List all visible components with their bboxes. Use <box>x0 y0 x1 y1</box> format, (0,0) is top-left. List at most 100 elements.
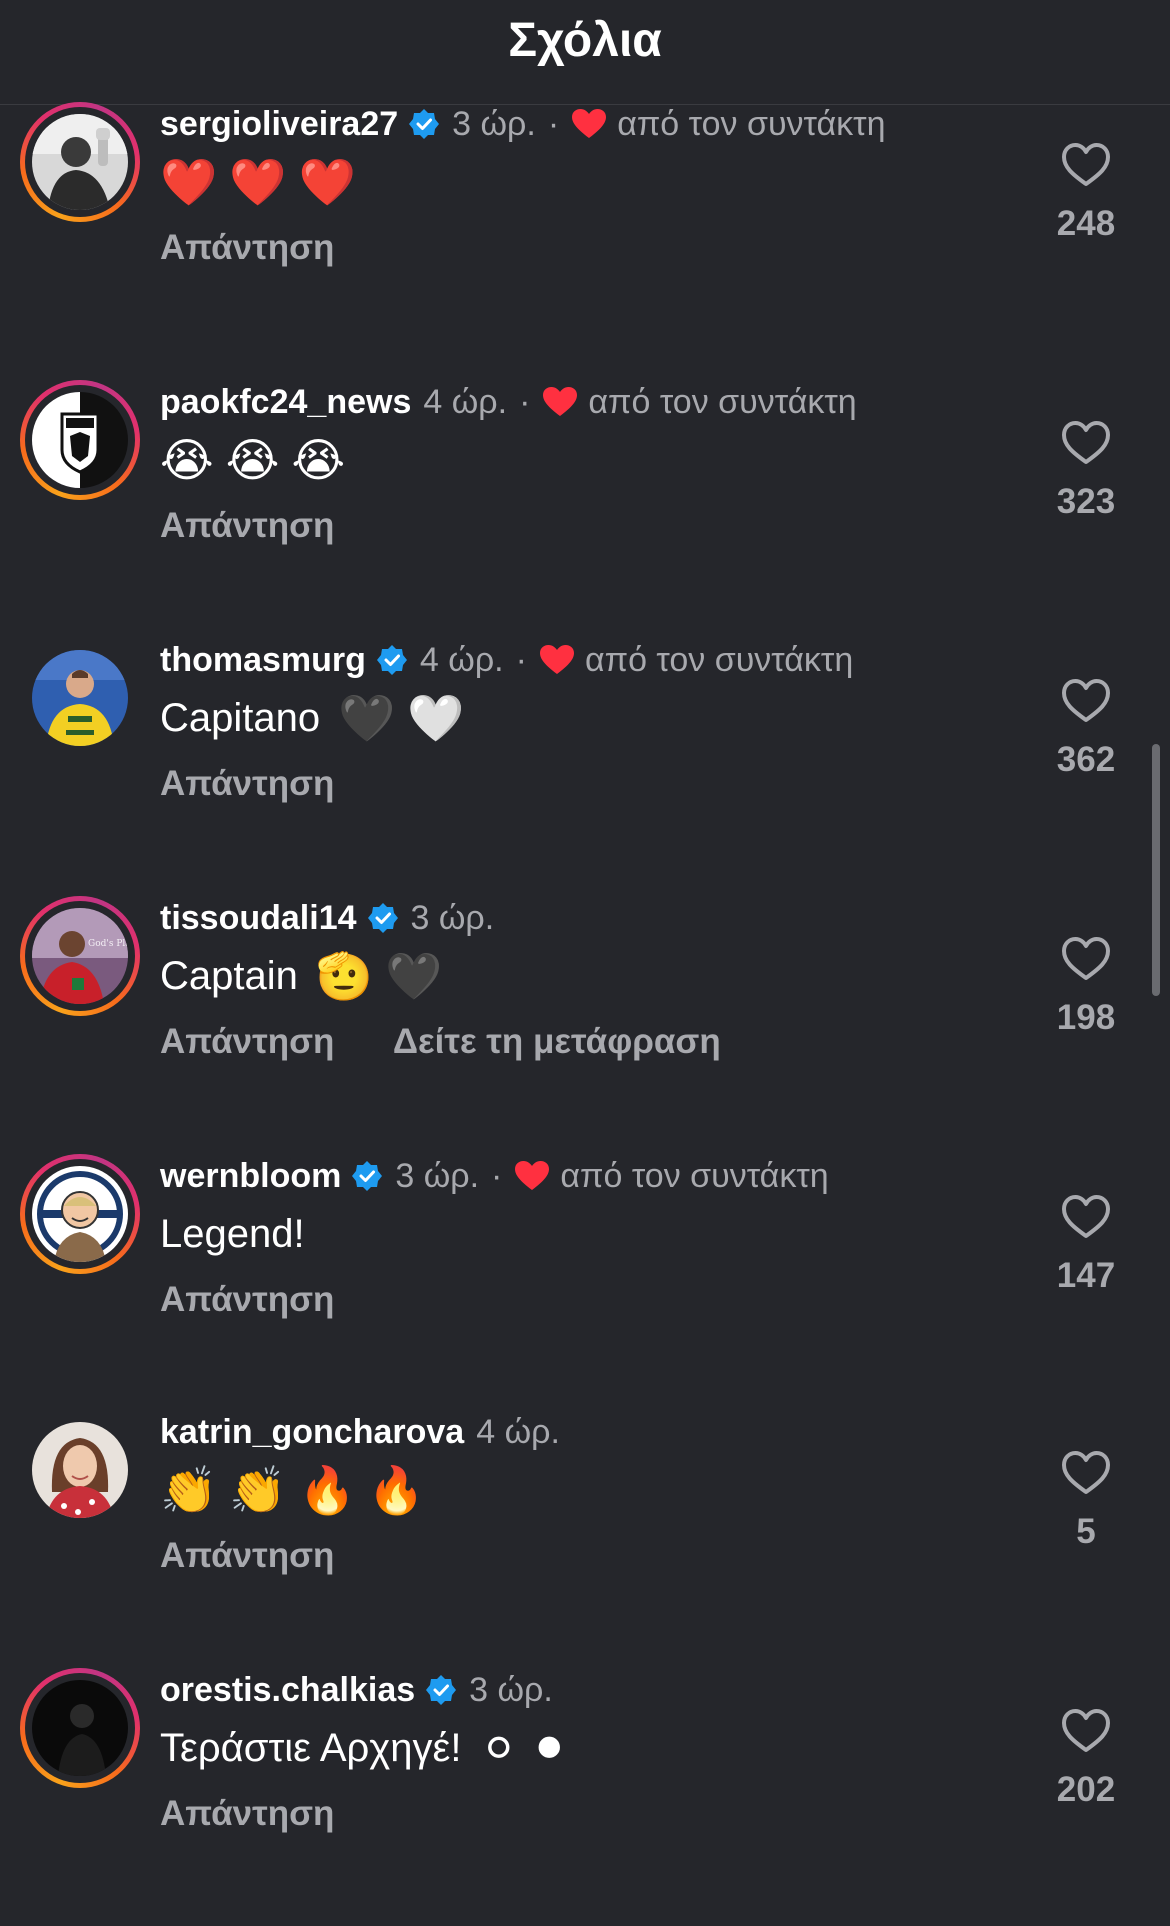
comment-emoji: 🔥 <box>367 1462 426 1517</box>
avatar-story-ring[interactable] <box>20 380 140 500</box>
comment-text: Captain 🫡 🖤 <box>160 946 454 1006</box>
like-column: 323 <box>1036 418 1136 522</box>
heart-outline-icon[interactable] <box>1060 140 1112 188</box>
comment-username[interactable]: thomasmurg <box>160 641 366 680</box>
comment-time: 4 ώρ. <box>419 640 504 679</box>
comment-meta: tissoudali14 3 ώρ. <box>160 896 494 940</box>
comment-username[interactable]: paokfc24_news <box>160 383 411 422</box>
comment-emoji: 😭 <box>291 433 346 487</box>
avatar-container[interactable] <box>20 638 140 758</box>
player-yellow-kit-avatar <box>32 650 128 746</box>
comment-actions: Απάντηση <box>160 764 384 804</box>
reply-button[interactable]: Απάντηση <box>160 764 334 803</box>
comment-emoji: 🖤 <box>338 690 396 745</box>
comment-actions: Απάντηση <box>160 506 384 546</box>
comment-username[interactable]: tissoudali14 <box>160 899 357 938</box>
like-column: 147 <box>1036 1192 1136 1296</box>
comment-text: Τεράστιε Αρχηγέ! ⚪ ⚫ <box>160 1718 581 1778</box>
like-count: 5 <box>1076 1512 1096 1551</box>
comment-emoji: 👏 <box>229 1462 287 1517</box>
comment-meta: orestis.chalkias 3 ώρ. <box>160 1668 553 1712</box>
like-count: 147 <box>1056 1256 1116 1295</box>
woman-portrait-avatar <box>32 1422 128 1518</box>
comment-text: Legend! <box>160 1204 305 1264</box>
comment-emoji: 😭 <box>225 433 280 487</box>
comment-actions: Απάντηση <box>160 228 384 268</box>
comment-actions: Απάντηση <box>160 1280 384 1320</box>
comment-text: Capitano 🖤 🤍 <box>160 688 477 748</box>
reply-button[interactable]: Απάντηση <box>160 1794 334 1833</box>
reply-button[interactable]: Απάντηση <box>160 1022 334 1061</box>
comment-time: 4 ώρ. <box>476 1412 560 1451</box>
avatar-container[interactable] <box>20 1410 140 1530</box>
scrollbar[interactable] <box>1152 744 1160 996</box>
dark-silhouette-avatar <box>32 1680 128 1776</box>
comment-emoji: 🫡 <box>315 948 374 1003</box>
comment-text: ❤️ ❤️ ❤️ <box>160 152 368 212</box>
verified-badge-icon <box>367 903 398 933</box>
comment-meta: wernbloom 3 ώρ. · από τον συντάκτη <box>160 1154 829 1198</box>
comment-actions: Απάντηση <box>160 1794 384 1834</box>
comment-emoji: ❤️ <box>298 154 356 209</box>
like-count: 248 <box>1056 204 1116 243</box>
heart-outline-icon[interactable] <box>1060 418 1112 466</box>
player-red-kit-avatar: God's Plan. <box>32 908 128 1004</box>
comments-sheet: Σχόλια sergioliveira27 3 ώρ. · από τον σ… <box>0 0 1170 1872</box>
comment-emoji: 🔥 <box>298 1462 356 1517</box>
author-liked-heart-icon <box>515 1161 550 1190</box>
comment-actions: Απάντηση Δείτε τη μετάφραση <box>160 1022 771 1062</box>
comment-item: sergioliveira27 3 ώρ. · από τον συντάκτη… <box>0 102 1170 360</box>
like-count: 362 <box>1056 740 1116 779</box>
comment-body: Τεράστιε Αρχηγέ! <box>160 1725 462 1770</box>
separator-dot: · <box>491 1156 503 1195</box>
avatar-story-ring[interactable] <box>20 1154 140 1274</box>
heart-outline-icon[interactable] <box>1060 1706 1112 1754</box>
like-column: 248 <box>1036 140 1136 244</box>
comment-username[interactable]: katrin_goncharova <box>160 1413 464 1452</box>
comment-actions: Απάντηση <box>160 1536 384 1576</box>
comment-body: Legend! <box>160 1211 305 1256</box>
avatar-story-ring[interactable] <box>20 1668 140 1788</box>
comment-emoji: ⚫ <box>530 1721 569 1775</box>
comment-time: 4 ώρ. <box>423 382 508 421</box>
comment-time: 3 ώρ. <box>452 104 536 143</box>
comment-item: paokfc24_news 4 ώρ. · από τον συντάκτη 😭… <box>0 380 1170 638</box>
avatar-story-ring[interactable] <box>20 102 140 222</box>
comment-emoji: ❤️ <box>229 154 287 209</box>
comment-time: 3 ώρ. <box>395 1156 480 1195</box>
comment-body: Capitano <box>160 695 321 740</box>
comment-emoji: 👏 <box>160 1462 218 1517</box>
comment-username[interactable]: orestis.chalkias <box>160 1671 415 1710</box>
like-count: 323 <box>1056 482 1116 521</box>
author-like-label: από τον συντάκτη <box>617 104 886 143</box>
reply-button[interactable]: Απάντηση <box>160 506 334 545</box>
see-translation-button[interactable]: Δείτε τη μετάφραση <box>393 1022 721 1061</box>
reply-button[interactable]: Απάντηση <box>160 228 334 267</box>
author-like-label: από τον συντάκτη <box>588 382 857 421</box>
like-column: 5 <box>1036 1448 1136 1552</box>
heart-outline-icon[interactable] <box>1060 934 1112 982</box>
separator-dot: · <box>515 640 527 679</box>
heart-outline-icon[interactable] <box>1060 1192 1112 1240</box>
comment-emoji: 😭 <box>160 433 214 487</box>
reply-button[interactable]: Απάντηση <box>160 1536 334 1575</box>
paok-logo-avatar <box>32 392 128 488</box>
reply-button[interactable]: Απάντηση <box>160 1280 334 1319</box>
verified-badge-icon <box>426 1675 457 1705</box>
comment-username[interactable]: wernbloom <box>160 1157 341 1196</box>
comment-item: katrin_goncharova 4 ώρ. 👏 👏 🔥 🔥 Απάντηση… <box>0 1410 1170 1668</box>
comment-text: 👏 👏 🔥 🔥 <box>160 1460 437 1520</box>
comment-meta: katrin_goncharova 4 ώρ. <box>160 1410 560 1454</box>
heart-outline-icon[interactable] <box>1060 1448 1112 1496</box>
verified-badge-icon <box>409 109 440 139</box>
comment-username[interactable]: sergioliveira27 <box>160 105 398 144</box>
verified-badge-icon <box>352 1161 383 1191</box>
comment-item: wernbloom 3 ώρ. · από τον συντάκτη Legen… <box>0 1154 1170 1412</box>
avatar-story-ring[interactable]: God's Plan. <box>20 896 140 1016</box>
like-column: 198 <box>1036 934 1136 1038</box>
heart-outline-icon[interactable] <box>1060 676 1112 724</box>
comment-emoji: 🖤 <box>385 948 443 1003</box>
comment-time: 3 ώρ. <box>410 898 495 937</box>
author-liked-heart-icon <box>543 387 578 416</box>
cartoon-face-avatar <box>32 1166 128 1262</box>
